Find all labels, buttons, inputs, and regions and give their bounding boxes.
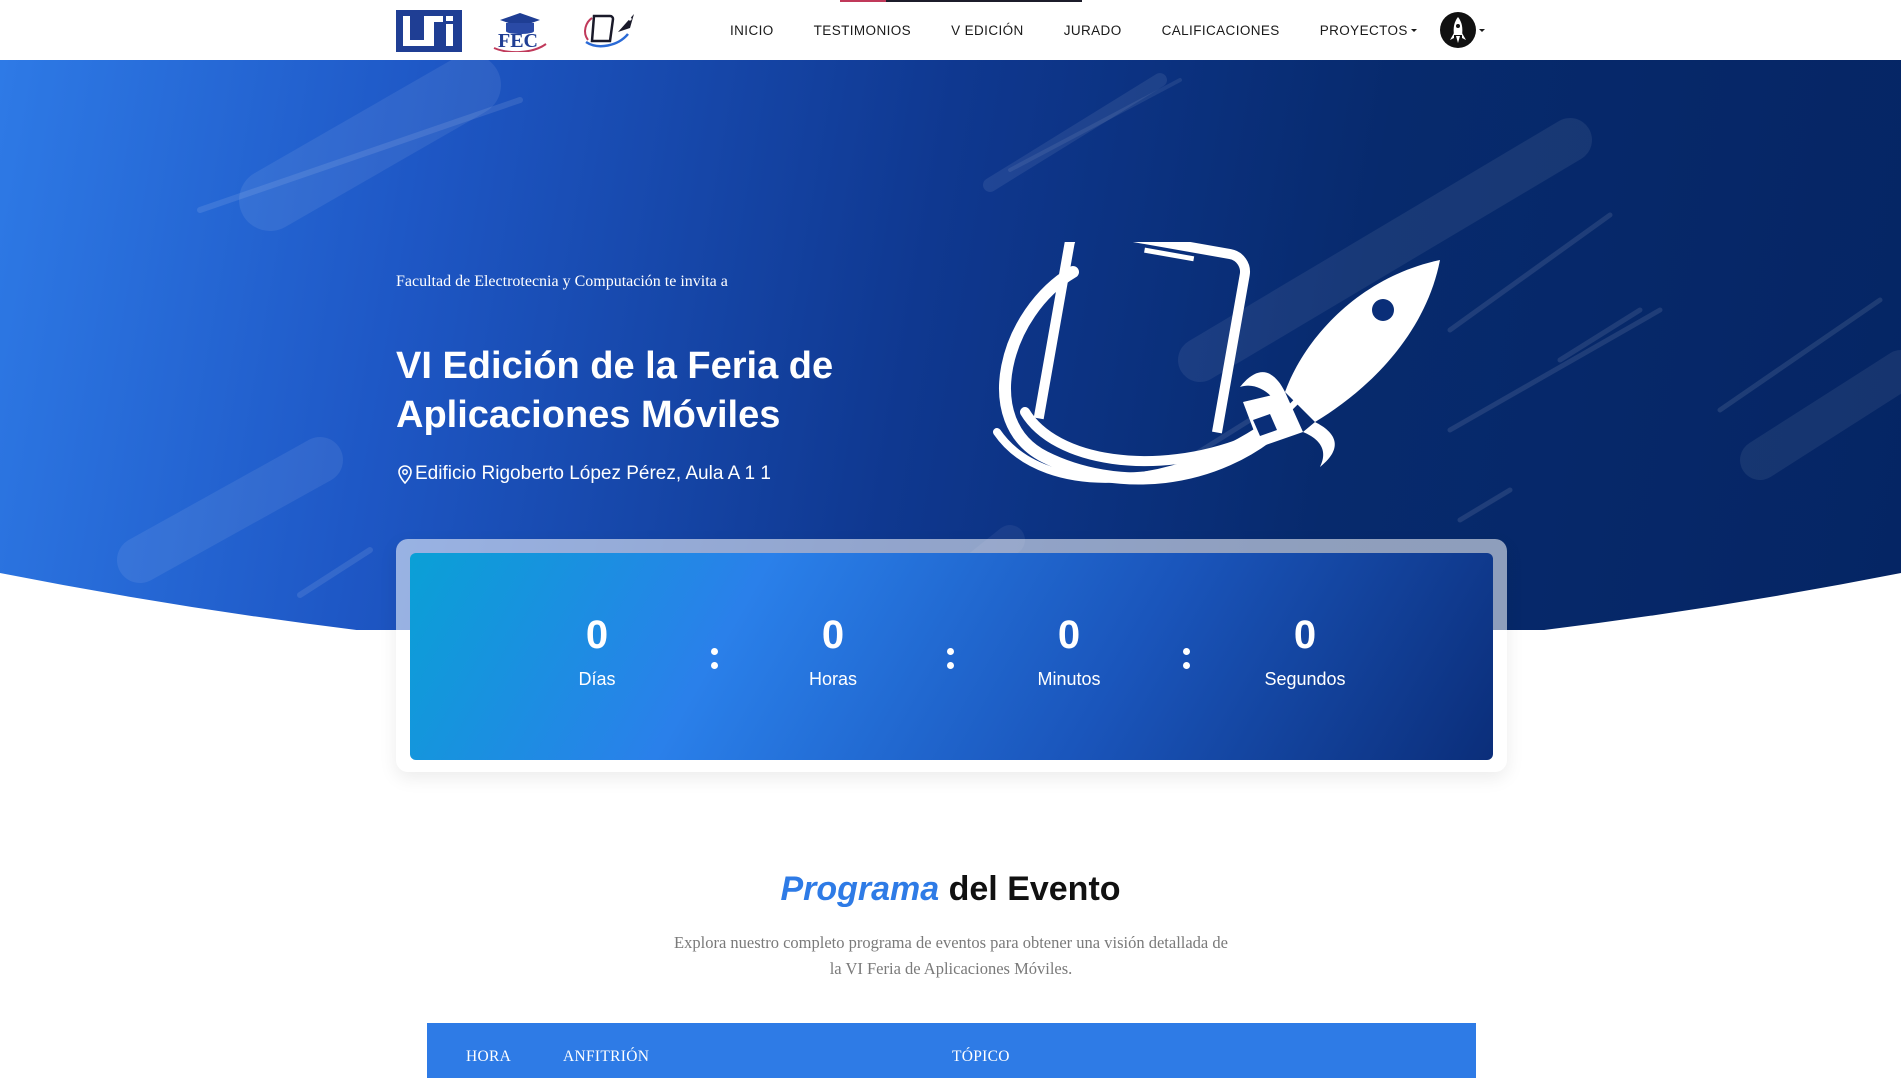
nav-v-edicion-label: V EDICIÓN	[951, 22, 1024, 38]
chevron-down-icon	[1410, 28, 1417, 32]
phone-rocket-icon	[993, 242, 1440, 485]
program-title-rest: del Evento	[939, 870, 1121, 908]
column-header-topico: TÓPICO	[952, 1048, 1010, 1065]
nav-testimonios[interactable]: TESTIMONIOS	[814, 23, 911, 38]
navbar: FEC INICIO TESTIMONIOS V EDICIÓN JURADO …	[0, 0, 1901, 60]
user-menu[interactable]	[1439, 11, 1485, 49]
countdown-hours-label: Horas	[808, 669, 857, 689]
countdown-seconds-label: Segundos	[1264, 669, 1346, 689]
nav-inicio-label: INICIO	[730, 22, 774, 38]
countdown-separator	[947, 648, 955, 676]
nav-v-edicion[interactable]: V EDICIÓN	[951, 23, 1024, 38]
nav-calificaciones-label: CALIFICACIONES	[1161, 22, 1280, 38]
nav-calificaciones[interactable]: CALIFICACIONES	[1162, 23, 1280, 38]
countdown-minutes-value: 0	[1057, 613, 1081, 657]
column-header-hora: HORA	[466, 1048, 512, 1065]
countdown-minutes: 0 Minutos	[999, 613, 1139, 690]
countdown-minutes-label: Minutos	[1037, 669, 1101, 689]
countdown-seconds: 0 Segundos	[1235, 613, 1375, 690]
svg-text:FEC: FEC	[498, 30, 538, 52]
rocket-avatar-icon	[1440, 12, 1476, 48]
feria-apps-logo[interactable]	[578, 10, 642, 52]
program-description: Explora nuestro completo programa de eve…	[674, 933, 1228, 978]
user-menu-chevron-icon	[1479, 28, 1485, 32]
countdown-seconds-value: 0	[1293, 613, 1317, 657]
countdown-days: 0 Días	[527, 613, 667, 690]
main-nav: INICIO TESTIMONIOS V EDICIÓN JURADO CALI…	[730, 0, 1457, 60]
map-pin-icon	[398, 464, 412, 484]
program-title-accent: Programa	[780, 870, 940, 908]
countdown-days-value: 0	[585, 613, 609, 657]
hero-title: VI Edición de la Feria de Aplicaciones M…	[396, 345, 834, 436]
countdown-hours: 0 Horas	[763, 613, 903, 690]
countdown-separator	[1183, 648, 1191, 676]
countdown-hours-value: 0	[821, 613, 845, 657]
logo-group: FEC	[396, 10, 642, 52]
uni-logo[interactable]	[396, 10, 462, 52]
nav-inicio[interactable]: INICIO	[730, 23, 774, 38]
program-title: Programa del Evento	[0, 870, 1901, 909]
schedule-table-header: HORA ANFITRIÓN TÓPICO	[427, 1023, 1476, 1078]
nav-jurado-label: JURADO	[1063, 22, 1122, 38]
column-header-anfitrion: ANFITRIÓN	[563, 1048, 650, 1065]
countdown-separator	[711, 648, 719, 676]
hero-location: Edificio Rigoberto López Pérez, Aula A 1…	[398, 463, 771, 485]
nav-jurado[interactable]: JURADO	[1064, 23, 1122, 38]
hero-location-text: Edificio Rigoberto López Pérez, Aula A 1…	[415, 463, 771, 484]
fec-logo[interactable]: FEC	[492, 10, 548, 52]
countdown-days-label: Días	[578, 669, 616, 689]
countdown-card: 0 Días 0 Horas 0 Minutos 0 Segundos	[410, 553, 1493, 760]
nav-proyectos-label: PROYECTOS	[1319, 22, 1408, 38]
nav-testimonios-label: TESTIMONIOS	[813, 22, 912, 38]
nav-proyectos-dropdown[interactable]: PROYECTOS	[1320, 23, 1417, 38]
hero-invite-text: Facultad de Electrotecnia y Computación …	[396, 273, 728, 290]
